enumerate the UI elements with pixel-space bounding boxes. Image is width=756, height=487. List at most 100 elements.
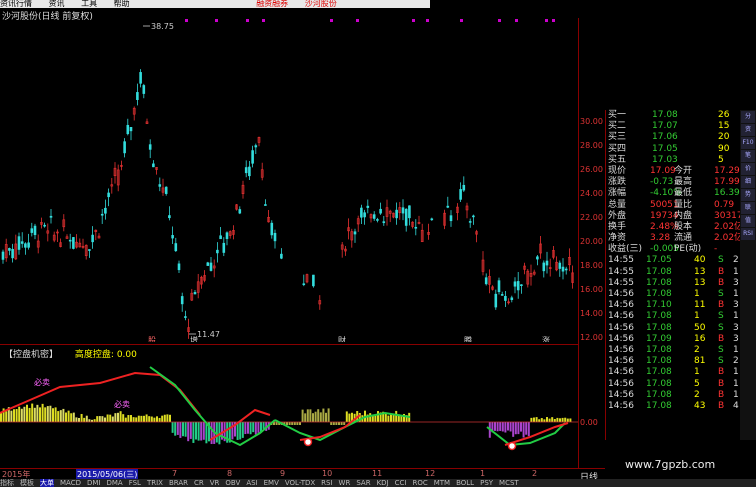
indicator-bar — [377, 411, 379, 422]
tick-count: 1 — [733, 289, 739, 299]
indicator-tab[interactable]: MCST — [499, 479, 519, 487]
indicator-tab[interactable]: ASI — [246, 479, 257, 487]
menu-item-info[interactable]: 资讯 — [49, 0, 65, 8]
month-8: 8 — [227, 469, 233, 478]
candle-body — [139, 72, 142, 84]
indicator-tab[interactable]: DMI — [87, 479, 101, 487]
bid-label: 买一 — [608, 110, 627, 120]
price-tick-label: 22.00 — [580, 213, 603, 222]
side-toolbar-button[interactable]: 联 — [741, 202, 755, 214]
indicator-bar — [551, 417, 554, 422]
sell-marker: 必卖 — [114, 399, 130, 409]
candle-body — [216, 249, 219, 254]
buy-signal — [303, 437, 313, 447]
tick-time: 14:56 — [608, 378, 634, 389]
indicator-bar — [514, 422, 517, 435]
side-toolbar-button[interactable]: 分 — [741, 111, 755, 123]
candle-body — [542, 262, 546, 272]
signal-dot — [426, 19, 429, 22]
candle-body — [20, 241, 24, 244]
indicator-tab[interactable]: OBV — [225, 479, 240, 487]
candle-body — [219, 235, 222, 240]
indicator-bar — [325, 412, 327, 422]
indicator-tab[interactable]: WR — [339, 479, 351, 487]
candle-body — [449, 215, 453, 222]
indicator-bar — [132, 417, 135, 422]
signal-dot — [412, 19, 415, 22]
indicator-tab[interactable]: TRIX — [147, 479, 163, 487]
tick-row: 14:56 17.08 1 B 1 — [606, 367, 741, 378]
indicator-bar — [85, 415, 88, 422]
price-tick-label: 28.00 — [580, 141, 603, 150]
kline-chart[interactable]: 38.75 11.47 股 增 财 腾 涨 — [0, 18, 578, 342]
side-toolbar-button[interactable]: 值 — [741, 215, 755, 227]
indicator-tab[interactable]: KDJ — [377, 479, 389, 487]
indicator-tab[interactable]: CR — [194, 479, 204, 487]
indicator-tab[interactable]: VOL-TDX — [285, 479, 315, 487]
menu-item-quote[interactable]: 资讯行情 — [0, 0, 32, 8]
indicator-bar — [327, 408, 330, 422]
stat-value: 2.02亿 — [714, 233, 744, 244]
tick-row: 14:56 17.08 2 S 1 — [606, 345, 741, 356]
menu-item-help[interactable]: 帮助 — [114, 0, 130, 8]
indicator-tab[interactable]: RSI — [321, 479, 332, 487]
indicator-bar — [135, 417, 138, 422]
indicator-tab[interactable]: 大单 — [40, 479, 54, 487]
price-tick-label: 26.00 — [580, 165, 603, 174]
indicator-bar — [533, 417, 535, 422]
indicator-bar — [395, 410, 398, 422]
indicator-bar — [553, 419, 556, 422]
tick-volume: 16 — [694, 333, 706, 344]
menu-item-tools[interactable]: 工具 — [81, 0, 97, 8]
indicator-bar — [101, 416, 104, 422]
side-toolbar-button[interactable]: 价 — [741, 163, 755, 175]
indicator-bar — [127, 415, 130, 422]
side-toolbar-button[interactable]: RSI — [741, 228, 755, 240]
stat-label: 最低 — [674, 188, 693, 199]
tick-time: 14:56 — [608, 311, 634, 322]
stat-label: 涨幅 — [608, 188, 627, 199]
indicator-bar — [140, 415, 143, 422]
indicator-bar — [340, 422, 343, 425]
bid-label: 买三 — [608, 132, 627, 143]
indicator-bar — [80, 413, 83, 422]
month-11: 11 — [372, 469, 383, 478]
side-toolbar-button[interactable]: F10 — [741, 137, 755, 149]
indicator-tab[interactable]: BOLL — [456, 479, 474, 487]
indicator-tab[interactable]: DMA — [106, 479, 122, 487]
tick-count: 2 — [733, 356, 739, 367]
menu-link-margin[interactable]: 融资融券 — [256, 0, 288, 8]
indicator-tab[interactable]: SAR — [356, 479, 370, 487]
indicator-bar — [249, 422, 252, 435]
indicator-tab[interactable]: 模板 — [20, 479, 34, 487]
bid-row: 买五 17.03 5 — [606, 155, 741, 166]
indicator-bar — [231, 422, 234, 440]
tick-row: 14:56 17.08 1 S 1 — [606, 311, 741, 322]
indicator-tab[interactable]: ROC — [412, 479, 427, 487]
candle-body — [206, 262, 210, 266]
indicator-bar — [335, 422, 338, 425]
date-axis: 2015年 2015/05/06(三) 7 8 9 10 11 12 1 2 — [0, 468, 605, 480]
tick-time: 14:55 — [608, 255, 634, 266]
high-price-label: 38.75 — [151, 22, 174, 31]
candle-body — [510, 297, 514, 301]
side-toolbar-button[interactable]: 势 — [741, 189, 755, 201]
indicator-tab[interactable]: EMV — [264, 479, 279, 487]
indicator-tab[interactable]: MTM — [434, 479, 450, 487]
indicator-tab[interactable]: MACD — [60, 479, 81, 487]
stat-label: 收益(三) — [608, 244, 643, 255]
tick-volume: 43 — [694, 400, 706, 411]
indicator-pane[interactable]: 【控盘机密】 高度控盘: 0.00 必卖 必卖 — [0, 344, 578, 469]
indicator-bar — [338, 422, 340, 425]
side-toolbar-button[interactable]: 资 — [741, 124, 755, 136]
indicator-tab[interactable]: FSL — [129, 479, 141, 487]
menu-link-stock[interactable]: 沙河股份 — [305, 0, 337, 8]
side-toolbar-button[interactable]: 细 — [741, 176, 755, 188]
indicator-tab[interactable]: CCI — [395, 479, 407, 487]
indicator-tab[interactable]: VR — [210, 479, 220, 487]
indicator-tab[interactable]: PSY — [480, 479, 493, 487]
indicator-tab[interactable]: 指标 — [0, 479, 14, 487]
indicator-tab[interactable]: BRAR — [169, 479, 188, 487]
tick-price: 17.09 — [646, 333, 672, 344]
side-toolbar-button[interactable]: 笔 — [741, 150, 755, 162]
